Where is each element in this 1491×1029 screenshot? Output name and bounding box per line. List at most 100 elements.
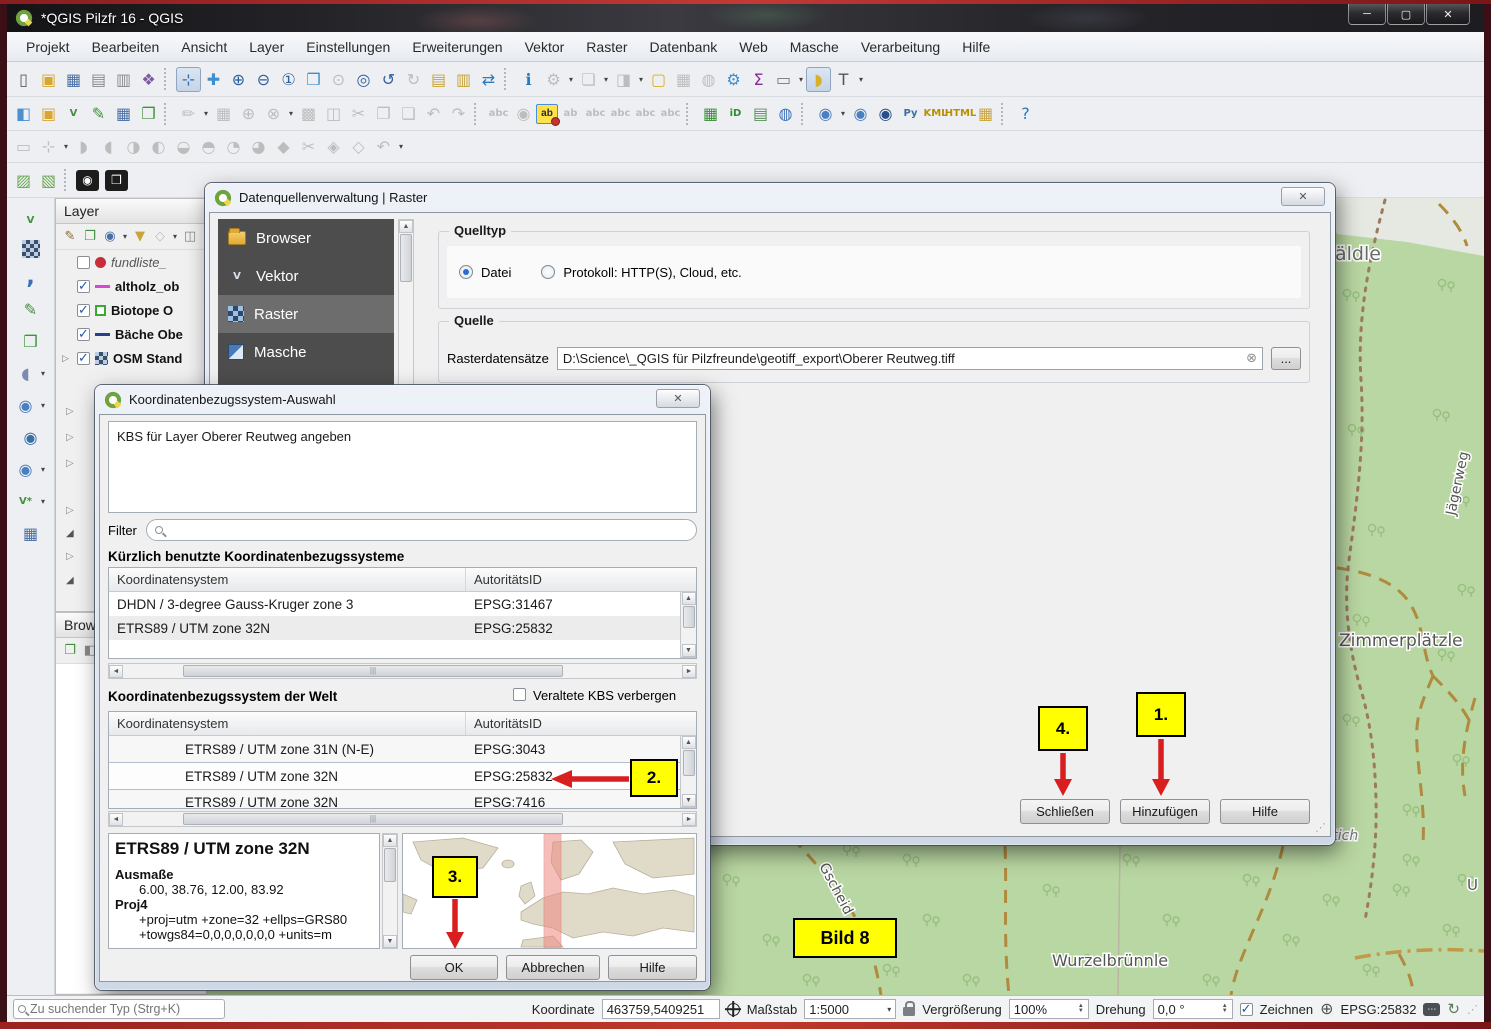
hide-deprecated-label[interactable]: Veraltete KBS verbergen: [533, 688, 676, 703]
hinzufuegen-button[interactable]: Hinzufügen: [1120, 799, 1210, 824]
layer-item-baeche[interactable]: Bäche Obe: [56, 322, 206, 346]
layout-manager-icon[interactable]: ▤: [86, 67, 111, 92]
screenshot-export-icon[interactable]: ◉: [76, 170, 99, 191]
chevron-down-icon[interactable]: ▾: [38, 369, 48, 378]
menu-web[interactable]: Web: [728, 34, 779, 60]
drehung-spinner[interactable]: 0,0 ° ▲▼: [1153, 999, 1233, 1019]
chevron-down-icon[interactable]: ▾: [286, 109, 296, 118]
layer-diagram-icon[interactable]: ◉: [511, 101, 536, 126]
help-icon[interactable]: ?: [1013, 101, 1038, 126]
menu-projekt[interactable]: Projekt: [15, 34, 81, 60]
menu-vektor[interactable]: Vektor: [514, 34, 576, 60]
new-table-icon[interactable]: ▦: [18, 521, 43, 546]
spin-down-icon[interactable]: ▼: [1078, 1009, 1084, 1014]
scroll-left-arrow[interactable]: ◄: [109, 813, 123, 826]
show-hidden-labels-icon[interactable]: abc: [583, 101, 608, 126]
zoom-to-layer-icon[interactable]: ◎: [351, 67, 376, 92]
scrollbar-thumb[interactable]: [683, 606, 695, 628]
redo-icon[interactable]: ↷: [446, 101, 471, 126]
table-row[interactable]: DHDN / 3-degree Gauss-Kruger zone 3 EPSG…: [109, 592, 696, 616]
refresh-map-icon[interactable]: ⇄: [476, 67, 501, 92]
massstab-combo[interactable]: 1:5000 ▾: [804, 999, 896, 1019]
digitizing-tool-icon[interactable]: ◑: [121, 134, 146, 159]
digitizing-tool-icon[interactable]: ◓: [196, 134, 221, 159]
chevron-down-icon[interactable]: ▾: [170, 232, 180, 241]
maximize-button[interactable]: ▢: [1387, 4, 1425, 25]
resize-grip[interactable]: ⋰: [1467, 1003, 1478, 1016]
add-spatialite-layer-icon[interactable]: ❒: [18, 329, 43, 354]
new-geopackage-layer-icon[interactable]: ▣: [36, 101, 61, 126]
layer-item-fundliste[interactable]: fundliste_: [56, 250, 206, 274]
expand-all-icon[interactable]: ◫: [180, 227, 200, 247]
revert-edits-icon[interactable]: ↶: [371, 134, 396, 159]
rotate-label-icon[interactable]: abc: [633, 101, 658, 126]
add-delimited-text-icon[interactable]: ,: [18, 265, 43, 290]
dialog-close-button[interactable]: ✕: [1281, 187, 1325, 206]
zeichnen-label[interactable]: Zeichnen: [1260, 1002, 1313, 1017]
pin-unpin-labels-icon[interactable]: ab: [558, 101, 583, 126]
sidebar-item-raster[interactable]: Raster: [218, 295, 394, 333]
sidebar-item-masche[interactable]: Masche: [218, 333, 394, 371]
scrollbar-thumb[interactable]: [183, 813, 563, 825]
layer-checkbox[interactable]: [77, 328, 90, 341]
scroll-down-arrow[interactable]: ▼: [682, 644, 696, 657]
zoom-full-icon[interactable]: ❒: [301, 67, 326, 92]
osm-place-search-icon[interactable]: ◉: [873, 101, 898, 126]
chevron-down-icon[interactable]: ▾: [396, 142, 406, 151]
scroll-up-arrow[interactable]: ▲: [682, 592, 696, 605]
locator-search[interactable]: [13, 999, 225, 1019]
chevron-down-icon[interactable]: ▾: [38, 497, 48, 506]
world-crs-table[interactable]: Koordinatensystem AutoritätsID ETRS89 / …: [108, 711, 697, 809]
osm-id-editor-icon[interactable]: iD: [723, 101, 748, 126]
identify-features-icon[interactable]: ℹ: [516, 67, 541, 92]
scroll-right-arrow[interactable]: ►: [682, 665, 696, 678]
raster-path-field[interactable]: D:\Science\_QGIS für Pilzfreunde\geotiff…: [557, 347, 1263, 370]
new-shapefile-layer-icon[interactable]: V: [61, 101, 86, 126]
filter-legend-icon[interactable]: ▼: [130, 227, 150, 247]
table-scrollbar[interactable]: ▲ ▼: [680, 736, 696, 808]
layer-expand-arrow-icon[interactable]: ▷: [66, 551, 74, 562]
table-row-selected[interactable]: ETRS89 / UTM zone 32N EPSG:25832: [109, 762, 696, 790]
table-row[interactable]: ETRS89 / UTM zone 32N EPSG:25832: [109, 616, 696, 640]
python-console-icon[interactable]: ▦: [698, 101, 723, 126]
add-virtual-layer-icon[interactable]: V*: [13, 489, 38, 514]
koordinate-field[interactable]: 463759,5409251: [602, 999, 720, 1019]
snapping-options-icon[interactable]: ⊹: [36, 134, 61, 159]
chevron-down-icon[interactable]: ▾: [601, 75, 611, 84]
layer-labeling-icon[interactable]: abc: [486, 101, 511, 126]
new-sketch-layer-icon[interactable]: ✎: [86, 101, 111, 126]
coordinate-capture-icon[interactable]: [727, 1003, 740, 1016]
schliessen-button[interactable]: Schließen: [1020, 799, 1110, 824]
chevron-down-icon[interactable]: ▾: [856, 75, 866, 84]
chevron-down-icon[interactable]: ▾: [201, 109, 211, 118]
move-label-icon[interactable]: abc: [608, 101, 633, 126]
measure-icon[interactable]: ▭: [771, 67, 796, 92]
scroll-right-arrow[interactable]: ►: [682, 813, 696, 826]
save-layer-edits-icon[interactable]: ▦: [211, 101, 236, 126]
web-menu-icon[interactable]: ◉: [813, 101, 838, 126]
chevron-down-icon[interactable]: ▾: [796, 75, 806, 84]
chevron-down-icon[interactable]: ▾: [838, 109, 848, 118]
layer-item-biotope[interactable]: Biotope O: [56, 298, 206, 322]
save-project-icon[interactable]: ▦: [61, 67, 86, 92]
new-bookmark-icon[interactable]: ▤: [426, 67, 451, 92]
browser-refresh-icon[interactable]: ❐: [60, 641, 80, 661]
menu-raster[interactable]: Raster: [575, 34, 638, 60]
task-sync-icon[interactable]: ↻: [1447, 1000, 1460, 1018]
add-wfs-layer-icon[interactable]: ◉: [13, 457, 38, 482]
zeichnen-checkbox[interactable]: [1240, 1003, 1253, 1016]
add-wms-layer-icon[interactable]: ◉: [13, 393, 38, 418]
filter-expression-icon[interactable]: ◇: [150, 227, 170, 247]
add-wcs-layer-icon[interactable]: ◉: [18, 425, 43, 450]
scroll-up-arrow[interactable]: ▲: [383, 834, 397, 847]
chevron-down-icon[interactable]: ▾: [61, 142, 71, 151]
menu-datenbank[interactable]: Datenbank: [639, 34, 729, 60]
menu-verarbeitung[interactable]: Verarbeitung: [850, 34, 951, 60]
map-tips-icon[interactable]: ◗: [806, 67, 831, 92]
cut-features-icon[interactable]: ✂: [346, 101, 371, 126]
marquee-capture-icon[interactable]: ❒: [105, 170, 128, 191]
pan-map-icon[interactable]: ⊹: [176, 67, 201, 92]
zoom-out-icon[interactable]: ⊖: [251, 67, 276, 92]
add-raster-layer-icon[interactable]: [22, 240, 40, 258]
resize-grip[interactable]: ⋰: [1315, 821, 1326, 834]
